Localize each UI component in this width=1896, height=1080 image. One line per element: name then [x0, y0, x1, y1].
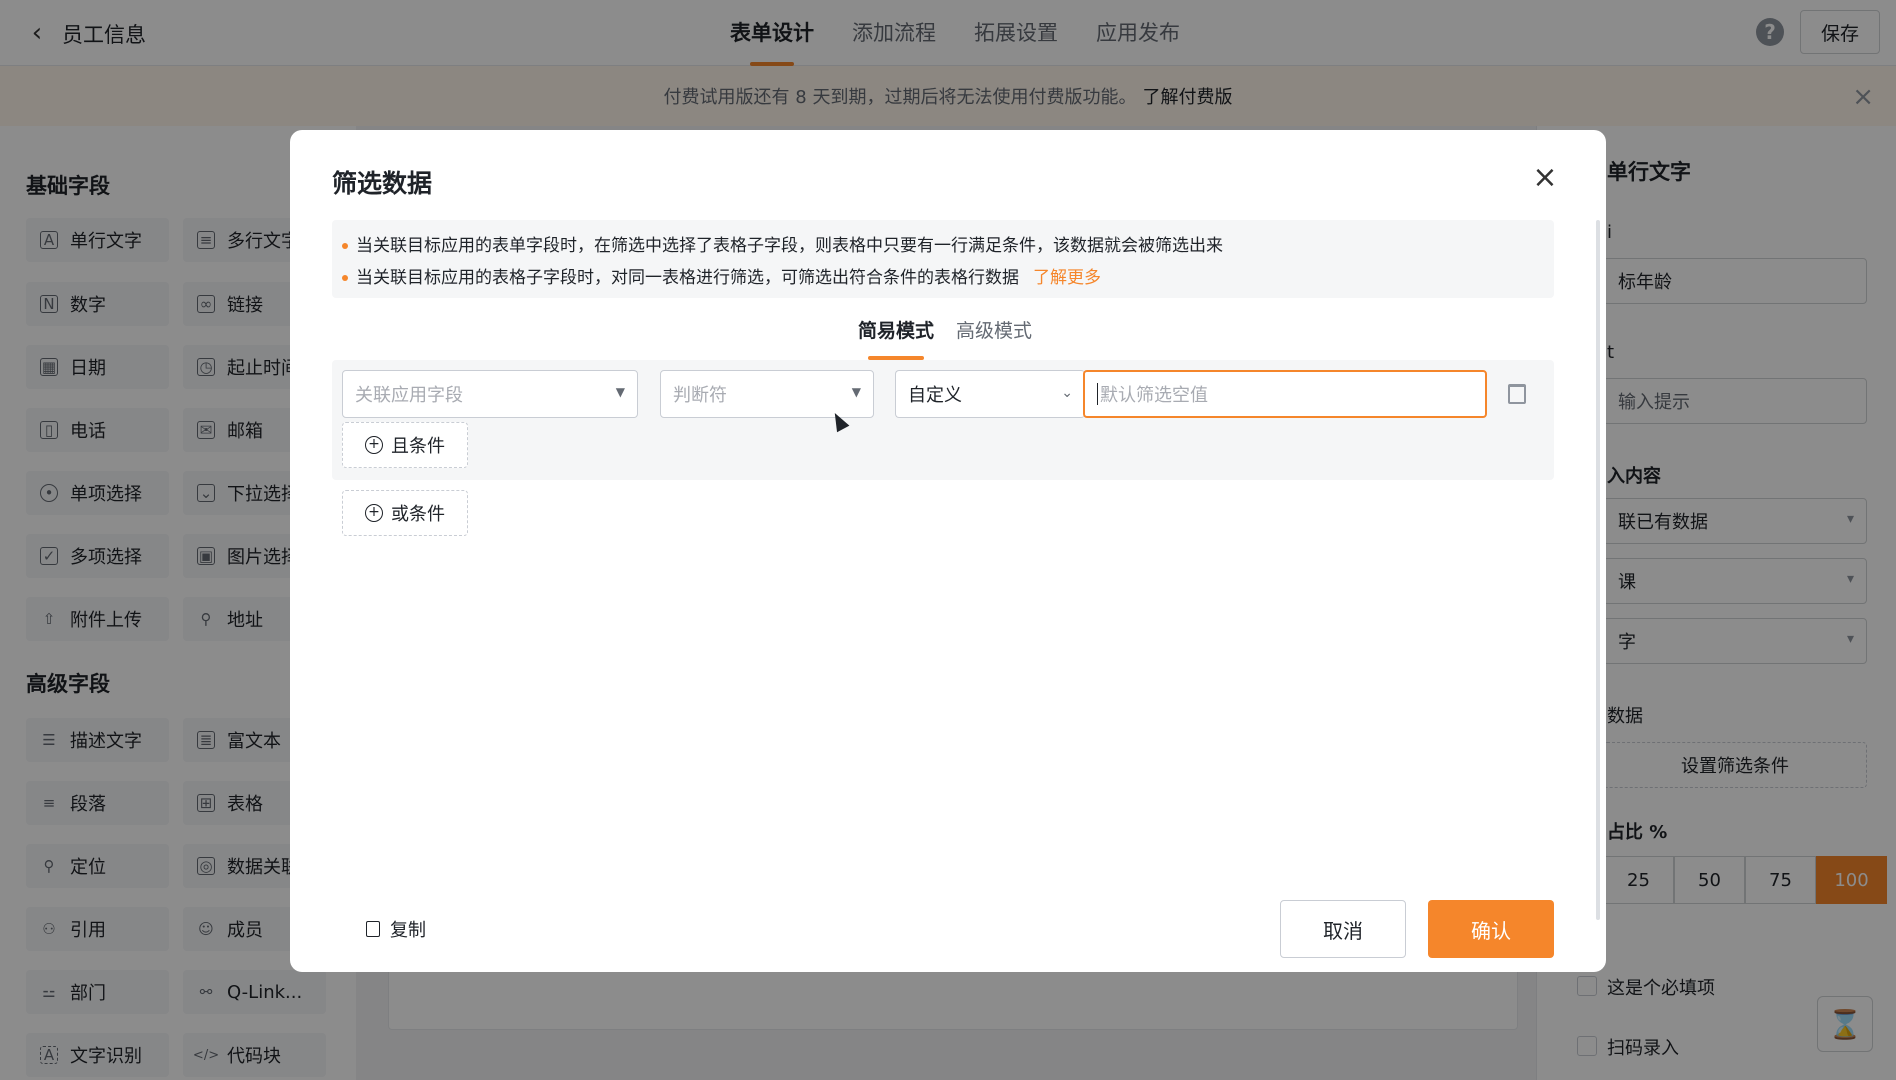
close-icon[interactable]: × — [1530, 160, 1560, 195]
tip-item: 当关联目标应用的表格子字段时，对同一表格进行筛选，可筛选出符合条件的表格行数据了… — [342, 262, 1554, 294]
chevron-down-icon: ⌄ — [1061, 385, 1073, 401]
text-caret — [1097, 383, 1098, 405]
filter-value-input[interactable]: 默认筛选空值 — [1083, 370, 1487, 418]
filter-data-dialog: 筛选数据 × 当关联目标应用的表单字段时，在筛选中选择了表格子字段，则表格中只要… — [290, 130, 1606, 972]
plus-circle-icon: + — [365, 436, 383, 454]
caret-down-icon: ▼ — [851, 385, 861, 399]
copy-button[interactable]: 复制 — [366, 916, 426, 942]
cancel-button[interactable]: 取消 — [1280, 900, 1406, 958]
copy-icon — [366, 921, 380, 937]
dialog-scrollbar[interactable] — [1596, 220, 1600, 920]
confirm-button[interactable]: 确认 — [1428, 900, 1554, 958]
add-and-condition-button[interactable]: + 且条件 — [342, 422, 468, 468]
tips-box: 当关联目标应用的表单字段时，在筛选中选择了表格子字段，则表格中只要有一行满足条件… — [332, 220, 1554, 298]
tip-item: 当关联目标应用的表单字段时，在筛选中选择了表格子字段，则表格中只要有一行满足条件… — [342, 230, 1554, 262]
value-type-select[interactable]: 自定义 ⌄ — [895, 370, 1085, 418]
tab-simple-mode[interactable]: 简易模式 — [858, 316, 934, 360]
learn-more-link[interactable]: 了解更多 — [1033, 262, 1101, 294]
dialog-title: 筛选数据 — [332, 169, 433, 198]
tab-advanced-mode[interactable]: 高级模式 — [956, 316, 1032, 343]
plus-circle-icon: + — [365, 504, 383, 522]
trash-icon[interactable] — [1508, 384, 1526, 404]
bullet-icon — [342, 243, 348, 249]
field-select[interactable]: 关联应用字段 ▼ — [342, 370, 638, 418]
add-or-condition-button[interactable]: + 或条件 — [342, 490, 468, 536]
mode-tabs: 简易模式 高级模式 — [858, 316, 1032, 360]
bullet-icon — [342, 275, 348, 281]
caret-down-icon: ▼ — [615, 385, 625, 399]
